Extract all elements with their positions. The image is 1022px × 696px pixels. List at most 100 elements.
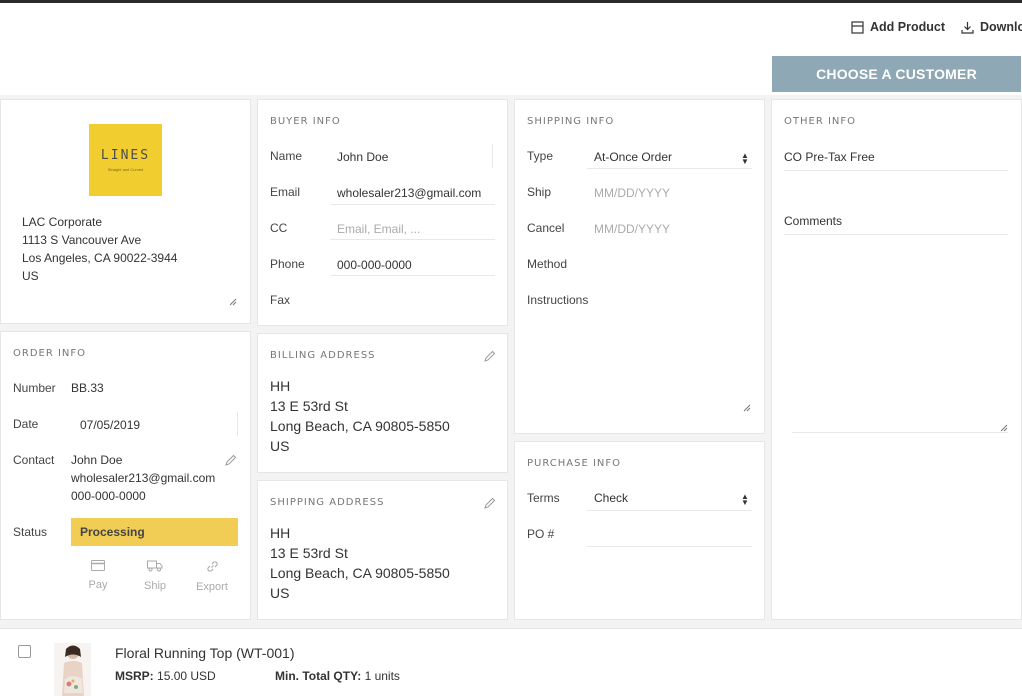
contact-label: Contact: [13, 453, 55, 467]
export-action[interactable]: Export: [192, 560, 232, 593]
product-checkbox[interactable]: [18, 645, 31, 658]
fax-label: Fax: [270, 293, 291, 307]
shipping-info-title: SHIPPING INFO: [527, 116, 615, 127]
ship-label: Ship: [143, 580, 167, 592]
company-address-line: Los Angeles, CA 90022-3944: [22, 251, 178, 265]
msrp-value: 15.00 USD: [157, 669, 216, 683]
add-product-button[interactable]: Add Product: [851, 20, 945, 34]
billing-address-line: HH: [270, 378, 291, 394]
resize-handle-icon[interactable]: [743, 404, 751, 412]
purchase-info-title: PURCHASE INFO: [527, 458, 622, 469]
box-icon: [851, 20, 864, 34]
cc-input[interactable]: Email, Email, ...: [337, 222, 420, 236]
cc-label: CC: [270, 221, 288, 235]
field-underline: [587, 168, 752, 169]
select-arrows-icon: ▲ ▼: [741, 492, 749, 507]
buyer-email-field[interactable]: wholesaler213@gmail.com: [337, 186, 481, 200]
order-info-card: ORDER INFO Number BB.33 Date 07/05/2019 …: [0, 331, 251, 620]
type-label: Type: [527, 149, 554, 163]
contact-phone: 000-000-0000: [71, 489, 146, 503]
shipping-address-line: Long Beach, CA 90805-5850: [270, 565, 450, 581]
ship-action[interactable]: Ship: [135, 560, 175, 592]
company-address-line: US: [22, 269, 39, 283]
download-label: Downlo: [980, 20, 1022, 34]
resize-handle-icon[interactable]: [229, 298, 237, 306]
field-underline: [330, 239, 495, 240]
other-info-card: OTHER INFO CO Pre-Tax Free Comments: [771, 99, 1022, 620]
pay-action[interactable]: Pay: [78, 560, 118, 591]
contact-name: John Doe: [71, 453, 123, 467]
field-divider: [492, 144, 493, 168]
edit-shipping-pencil-icon[interactable]: [483, 497, 496, 510]
buyer-name-field[interactable]: John Doe: [337, 150, 388, 164]
phone-label: Phone: [270, 257, 305, 271]
billing-address-card: BILLING ADDRESS HH 13 E 53rd St Long Bea…: [257, 333, 508, 473]
shipping-address-line: US: [270, 585, 290, 601]
shipping-address-card: SHIPPING ADDRESS HH 13 E 53rd St Long Be…: [257, 480, 508, 620]
number-label: Number: [13, 381, 56, 395]
logo-tagline: Straight and Curved: [107, 167, 144, 172]
field-underline: [587, 510, 752, 511]
cancel-date-input[interactable]: MM/DD/YYYY: [594, 222, 670, 236]
field-underline: [330, 204, 495, 205]
company-card: LINES Straight and Curved LAC Corporate …: [0, 99, 251, 324]
shipping-address-title: SHIPPING ADDRESS: [270, 497, 385, 508]
date-label: Date: [13, 417, 39, 431]
ship-date-input[interactable]: MM/DD/YYYY: [594, 186, 670, 200]
status-label: Status: [13, 525, 48, 539]
co-pretax-field[interactable]: CO Pre-Tax Free: [784, 150, 875, 164]
download-button[interactable]: Downlo: [961, 20, 1022, 34]
add-product-label: Add Product: [870, 20, 945, 34]
credit-card-icon: [91, 560, 105, 571]
product-msrp: MSRP: 15.00 USD: [115, 669, 216, 683]
product-row: Floral Running Top (WT-001) MSRP: 15.00 …: [0, 628, 1022, 696]
terms-select[interactable]: Check: [594, 491, 628, 505]
name-label: Name: [270, 149, 303, 163]
order-info-title: ORDER INFO: [13, 348, 87, 359]
order-date-input[interactable]: 07/05/2019: [80, 418, 140, 432]
billing-address-title: BILLING ADDRESS: [270, 350, 376, 361]
po-input[interactable]: [587, 546, 752, 547]
billing-address-line: 13 E 53rd St: [270, 398, 348, 414]
comments-label: Comments: [784, 214, 843, 228]
edit-contact-pencil-icon[interactable]: [224, 454, 237, 467]
company-address-line: LAC Corporate: [22, 215, 103, 229]
company-address-line: 1113 S Vancouver Ave: [22, 233, 142, 247]
method-label: Method: [527, 257, 568, 271]
field-underline: [784, 234, 1008, 235]
status-badge[interactable]: Processing: [71, 518, 238, 546]
choose-customer-button[interactable]: CHOOSE A CUSTOMER: [772, 56, 1021, 92]
resize-handle-icon[interactable]: [1000, 424, 1008, 432]
product-thumbnail[interactable]: [54, 643, 91, 696]
select-arrows-icon: ▲ ▼: [741, 151, 749, 166]
shipping-address-line: 13 E 53rd St: [270, 545, 348, 561]
buyer-info-card: BUYER INFO Name John Doe Email wholesale…: [257, 99, 508, 326]
billing-address-line: Long Beach, CA 90805-5850: [270, 418, 450, 434]
msrp-label: MSRP:: [115, 669, 154, 683]
field-underline: [792, 432, 1008, 433]
export-label: Export: [196, 581, 228, 593]
field-divider: [237, 412, 238, 436]
product-image-icon: [54, 643, 91, 696]
order-type-select[interactable]: At-Once Order: [594, 150, 672, 164]
product-name[interactable]: Floral Running Top (WT-001): [115, 645, 294, 661]
product-min-qty: Min. Total QTY: 1 units: [275, 669, 400, 683]
terms-label: Terms: [527, 491, 560, 505]
buyer-info-title: BUYER INFO: [270, 116, 341, 127]
order-number: BB.33: [71, 381, 104, 395]
po-label: PO #: [527, 527, 555, 541]
pay-label: Pay: [88, 579, 108, 591]
shipping-address-line: HH: [270, 525, 291, 541]
link-icon: [206, 561, 218, 572]
edit-billing-pencil-icon[interactable]: [483, 350, 496, 363]
min-qty-value: 1 units: [364, 669, 400, 683]
logo-text: LINES: [100, 148, 151, 163]
download-icon: [961, 21, 974, 34]
billing-address-line: US: [270, 438, 290, 454]
truck-icon: [147, 560, 163, 572]
buyer-phone-field[interactable]: 000-000-0000: [337, 258, 412, 272]
cancel-label: Cancel: [527, 221, 565, 235]
field-underline: [330, 275, 495, 276]
shipping-info-card: SHIPPING INFO Type At-Once Order ▲ ▼ Ship…: [514, 99, 765, 434]
company-logo: LINES Straight and Curved: [89, 124, 162, 196]
